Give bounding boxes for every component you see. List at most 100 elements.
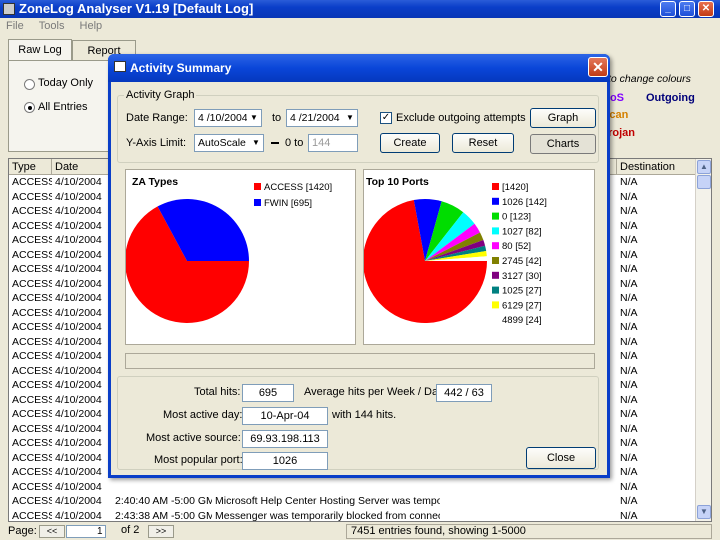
table-row[interactable]: ACCESS 4/10/2004 2:43:38 AM -5:00 GM Messen… [9,509,697,522]
cell-type: ACCESS [12,292,52,304]
close-dialog-button[interactable]: Close [526,447,596,469]
cell-date: 4/10/2004 [55,393,102,406]
date-from-picker[interactable]: 4 /10/2004 ▼ [194,109,262,127]
menu-file[interactable]: File [6,20,24,32]
cell-type: ACCESS [12,350,52,362]
cell-dest: N/A [620,176,638,188]
date-range-label: Date Range: [126,112,188,124]
cell-date: 4/10/2004 [55,219,102,232]
cell-date: 4/10/2004 [55,379,102,391]
legend-label: 6129 [27] [502,300,542,311]
page-count: of 2 [121,524,140,536]
cell-type: ACCESS [12,335,52,348]
cell-dest: N/A [620,495,638,507]
prev-page-button[interactable]: << [39,525,65,538]
cell-type: ACCESS [12,509,52,522]
dash-separator [271,142,279,144]
dialog-title-bar[interactable]: Activity Summary ✕ [108,54,610,82]
top-ports-pie-chart: Top 10 Ports [1420] 1026 [142] 0 [123] 1027 … [363,176,547,326]
legend-label: 1027 [82] [502,226,542,237]
scroll-thumb[interactable] [697,175,711,189]
yaxis-limit-value: AutoScale [198,137,246,149]
close-button[interactable]: ✕ [698,1,714,17]
col-type[interactable]: Type [9,159,52,175]
cell-dest: N/A [620,422,638,435]
window-title-bar[interactable]: ZoneLog Analyser V1.19 [Default Log] _ □… [0,0,720,18]
legend-outgoing[interactable]: Outgoing [646,92,695,104]
cell-dest: N/A [620,393,638,406]
colour-legend: to change colours DoS Outgoing Scan Troj… [600,73,712,153]
avg-hits-label: Average hits per Week / Day: [304,386,447,398]
exclude-outgoing-checkbox[interactable]: ✓ [380,112,392,124]
dialog-close-button[interactable]: ✕ [588,57,608,77]
cell-date: 4/10/2004 [55,277,102,290]
table-row[interactable]: ACCESS 4/10/2004 N/A [9,480,697,495]
cell-date: 4/10/2004 [55,321,102,333]
entries-status: 7451 entries found, showing 1-5000 [346,524,712,539]
next-page-button[interactable]: >> [148,525,174,538]
cell-type: ACCESS [12,451,52,464]
cell-dest: N/A [620,234,638,246]
app-icon [3,3,15,15]
cell-date: 4/10/2004 [55,176,102,188]
cell-type: ACCESS [12,466,52,478]
cell-type: ACCESS [12,422,52,435]
cell-dest: N/A [620,321,638,333]
menu-help[interactable]: Help [80,20,103,32]
today-only-radio[interactable] [24,79,35,90]
all-entries-radio[interactable] [24,102,35,113]
range-max-input[interactable]: 144 [308,134,358,152]
dropdown-arrow-icon[interactable]: ▼ [247,110,261,126]
col-date[interactable]: Date [52,159,112,175]
cell-date: 4/10/2004 [55,234,102,246]
dropdown-arrow-icon[interactable]: ▼ [249,135,263,151]
cell-type: ACCESS [12,306,52,319]
page-label: Page: [8,525,37,537]
yaxis-limit-select[interactable]: AutoScale ▼ [194,134,264,152]
graph-button[interactable]: Graph [530,108,596,128]
popular-port-value: 1026 [242,452,328,470]
total-hits-value: 695 [242,384,294,402]
legend-label: FWIN [695] [264,198,312,209]
most-active-source-value: 69.93.198.113 [242,430,328,448]
legend-label: ACCESS [1420] [264,182,332,193]
cell-date: 4/10/2004 [55,364,102,377]
top-ports-chart: Top 10 Ports [1420] 1026 [142] 0 [123] 1027 … [363,169,595,345]
cell-time: 2:43:38 AM -5:00 GM [115,509,212,522]
scroll-down-button[interactable]: ▼ [697,505,711,519]
activity-graph-label: Activity Graph [124,89,197,101]
cell-date: 4/10/2004 [55,480,102,493]
page-number-input[interactable]: 1 [66,525,106,538]
range-prefix: 0 to [285,137,304,149]
legend-swatch [492,271,499,279]
cell-type: ACCESS [12,190,52,203]
cell-date: 4/10/2004 [55,350,102,362]
reset-button[interactable]: Reset [452,133,514,153]
table-row[interactable]: ACCESS 4/10/2004 2:40:40 AM -5:00 GM Micros… [9,494,697,509]
tab-raw-log[interactable]: Raw Log [8,39,72,60]
legend-label: 1025 [27] [502,286,542,297]
vertical-scrollbar[interactable]: ▲ ▼ [695,159,711,521]
window-title: ZoneLog Analyser V1.19 [Default Log] [19,1,254,16]
cell-date: 4/10/2004 [55,263,102,275]
date-to-picker[interactable]: 4 /21/2004 ▼ [286,109,358,127]
cell-dest: N/A [620,292,638,304]
maximize-button[interactable]: □ [679,1,695,17]
cell-type: ACCESS [12,408,52,420]
cell-dest: N/A [620,509,638,522]
cell-type: ACCESS [12,321,52,333]
date-from-value: 4 /10/2004 [198,112,248,124]
minimize-button[interactable]: _ [660,1,676,17]
dropdown-arrow-icon[interactable]: ▼ [343,110,357,126]
cell-date: 4/10/2004 [55,205,102,217]
scroll-up-button[interactable]: ▲ [697,160,711,174]
cell-dest: N/A [620,263,638,275]
col-destination[interactable]: Destination [617,159,697,175]
charts-button[interactable]: Charts [530,134,596,154]
date-to-value: 4 /21/2004 [290,112,340,124]
menu-tools[interactable]: Tools [39,20,65,32]
create-button[interactable]: Create [380,133,440,153]
cell-dest: N/A [620,350,638,362]
most-active-day-hits: with 144 hits. [332,409,397,421]
cell-type: ACCESS [12,437,52,449]
